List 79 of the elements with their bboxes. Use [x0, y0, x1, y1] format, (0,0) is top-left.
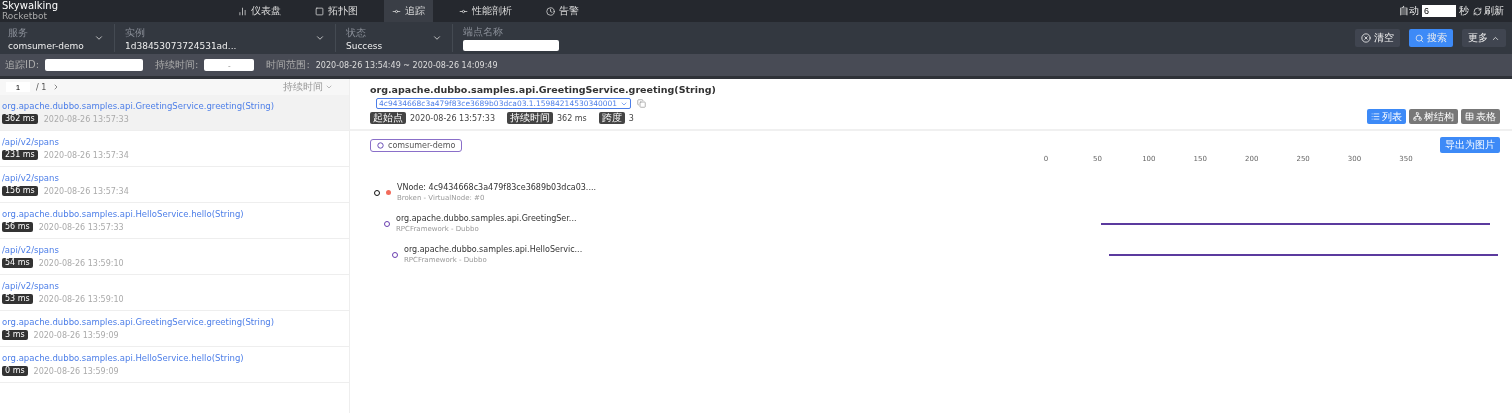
nav-tab[interactable]: 性能剖析 [451, 0, 520, 22]
duration-input[interactable]: - [204, 59, 255, 71]
page-total: / 1 [36, 82, 47, 92]
duration-tag: 3 ms [2, 330, 28, 340]
duration-tag: 231 ms [2, 150, 38, 160]
meta-label: 起始点 [370, 112, 406, 124]
duration-label: 持续时间: [155, 58, 199, 72]
service-chip: comsumer-demo [370, 138, 463, 152]
view-button[interactable]: 表格 [1461, 109, 1500, 124]
trace-time: 2020-08-26 13:59:09 [33, 366, 119, 376]
span-name[interactable]: VNode: 4c9434668c3a479f83ce3689b03dca03.... [397, 183, 597, 192]
filter-select[interactable]: 实例 1d38453073724531ad... [125, 24, 336, 52]
brand-subtitle: Rocketbot [2, 11, 47, 21]
filter-label: 端点名称 [463, 25, 504, 39]
tree-icon [1413, 112, 1422, 121]
trace-id-input[interactable] [45, 59, 144, 71]
duration-tag: 56 ms [2, 222, 33, 232]
auto-label: 自动 [1399, 4, 1419, 18]
page-input[interactable]: 1 [6, 82, 30, 92]
table-icon [1465, 112, 1474, 121]
seconds-label: 秒 [1459, 4, 1469, 18]
trace-name[interactable]: org.apache.dubbo.samples.api.GreetingService.greeting(String) [2, 317, 275, 327]
trace-id-label: 追踪ID: [5, 58, 40, 72]
interval-input[interactable]: 6 [1422, 5, 1456, 17]
nav-tab[interactable]: 拓扑图 [307, 0, 366, 22]
span-name[interactable]: org.apache.dubbo.samples.api.HelloServic... [404, 245, 583, 254]
trace-time: 2020-08-26 13:59:10 [38, 258, 124, 268]
refresh-icon [1473, 6, 1482, 16]
meta-label: 跨度 [598, 112, 625, 124]
trace-time: 2020-08-26 13:57:34 [43, 186, 129, 196]
nav-tab[interactable]: 告警 [538, 0, 587, 22]
copy-icon[interactable] [637, 99, 647, 108]
endpoint-input[interactable] [463, 40, 559, 51]
clear-button[interactable]: 清空 [1355, 29, 1400, 47]
meta-label: 持续时间 [506, 112, 553, 124]
span-name[interactable]: org.apache.dubbo.samples.api.GreetingSer... [396, 214, 577, 223]
list-icon [1371, 112, 1380, 121]
trace-time: 2020-08-26 13:59:09 [33, 330, 119, 340]
nav-tab[interactable]: 追踪 [384, 0, 433, 22]
refresh-button[interactable]: 刷新 [1469, 4, 1504, 18]
trace-time: 2020-08-26 13:59:10 [38, 294, 124, 304]
trace-name[interactable]: /api/v2/spans [2, 281, 59, 291]
meta-value: 362 ms [556, 113, 587, 123]
duration-tag: 53 ms [2, 294, 33, 304]
chevron-down-icon [315, 33, 325, 43]
brand-name: Skywalking [2, 1, 60, 12]
square-icon [315, 6, 324, 16]
filter-select[interactable]: 服务 comsumer-demo [8, 24, 115, 52]
chevron-down-icon [325, 83, 333, 91]
duration-tag: 156 ms [2, 186, 38, 196]
chart-icon [238, 6, 247, 16]
meta-value: 2020-08-26 13:57:33 [410, 113, 495, 123]
trace-title: org.apache.dubbo.samples.api.GreetingService.greeting(String) [370, 84, 716, 95]
close-icon [1361, 33, 1371, 43]
chevron-down-icon [94, 33, 104, 43]
trace-name[interactable]: org.apache.dubbo.samples.api.GreetingService.greeting(String) [2, 101, 275, 111]
trace-name[interactable]: org.apache.dubbo.samples.api.HelloService.hello(String) [2, 353, 244, 363]
trace-time: 2020-08-26 13:57:33 [43, 114, 129, 124]
nav-tab[interactable]: 仪表盘 [230, 0, 289, 22]
circle-icon [377, 141, 384, 149]
trace-name[interactable]: /api/v2/spans [2, 137, 59, 147]
view-button[interactable]: 树结构 [1409, 109, 1458, 124]
chevron-down-icon [432, 33, 442, 43]
time-range-label: 时间范围: [266, 58, 310, 72]
trace-time: 2020-08-26 13:57:33 [38, 222, 124, 232]
filter-select[interactable]: 状态 Success [346, 24, 453, 52]
meta-value: 3 [628, 113, 634, 123]
clock-icon [546, 6, 555, 16]
search-icon [1415, 33, 1424, 43]
trace-name[interactable]: /api/v2/spans [2, 245, 59, 255]
trace-row[interactable]: org.apache.dubbo.samples.api.GreetingService.greeting(String) 362 ms 2020-08-26 13:57:33 [0, 95, 349, 131]
time-range-value: 2020-08-26 13:54:49 ~ 2020-08-26 14:09:49 [315, 60, 498, 70]
trace-time: 2020-08-26 13:57:34 [43, 150, 129, 160]
duration-tag: 362 ms [2, 114, 38, 124]
duration-tag: 54 ms [2, 258, 33, 268]
trace-name[interactable]: /api/v2/spans [2, 173, 59, 183]
trace-name[interactable]: org.apache.dubbo.samples.api.HelloService.hello(String) [2, 209, 244, 219]
duration-tag: 0 ms [2, 366, 28, 376]
more-button[interactable]: 更多 [1462, 29, 1506, 47]
